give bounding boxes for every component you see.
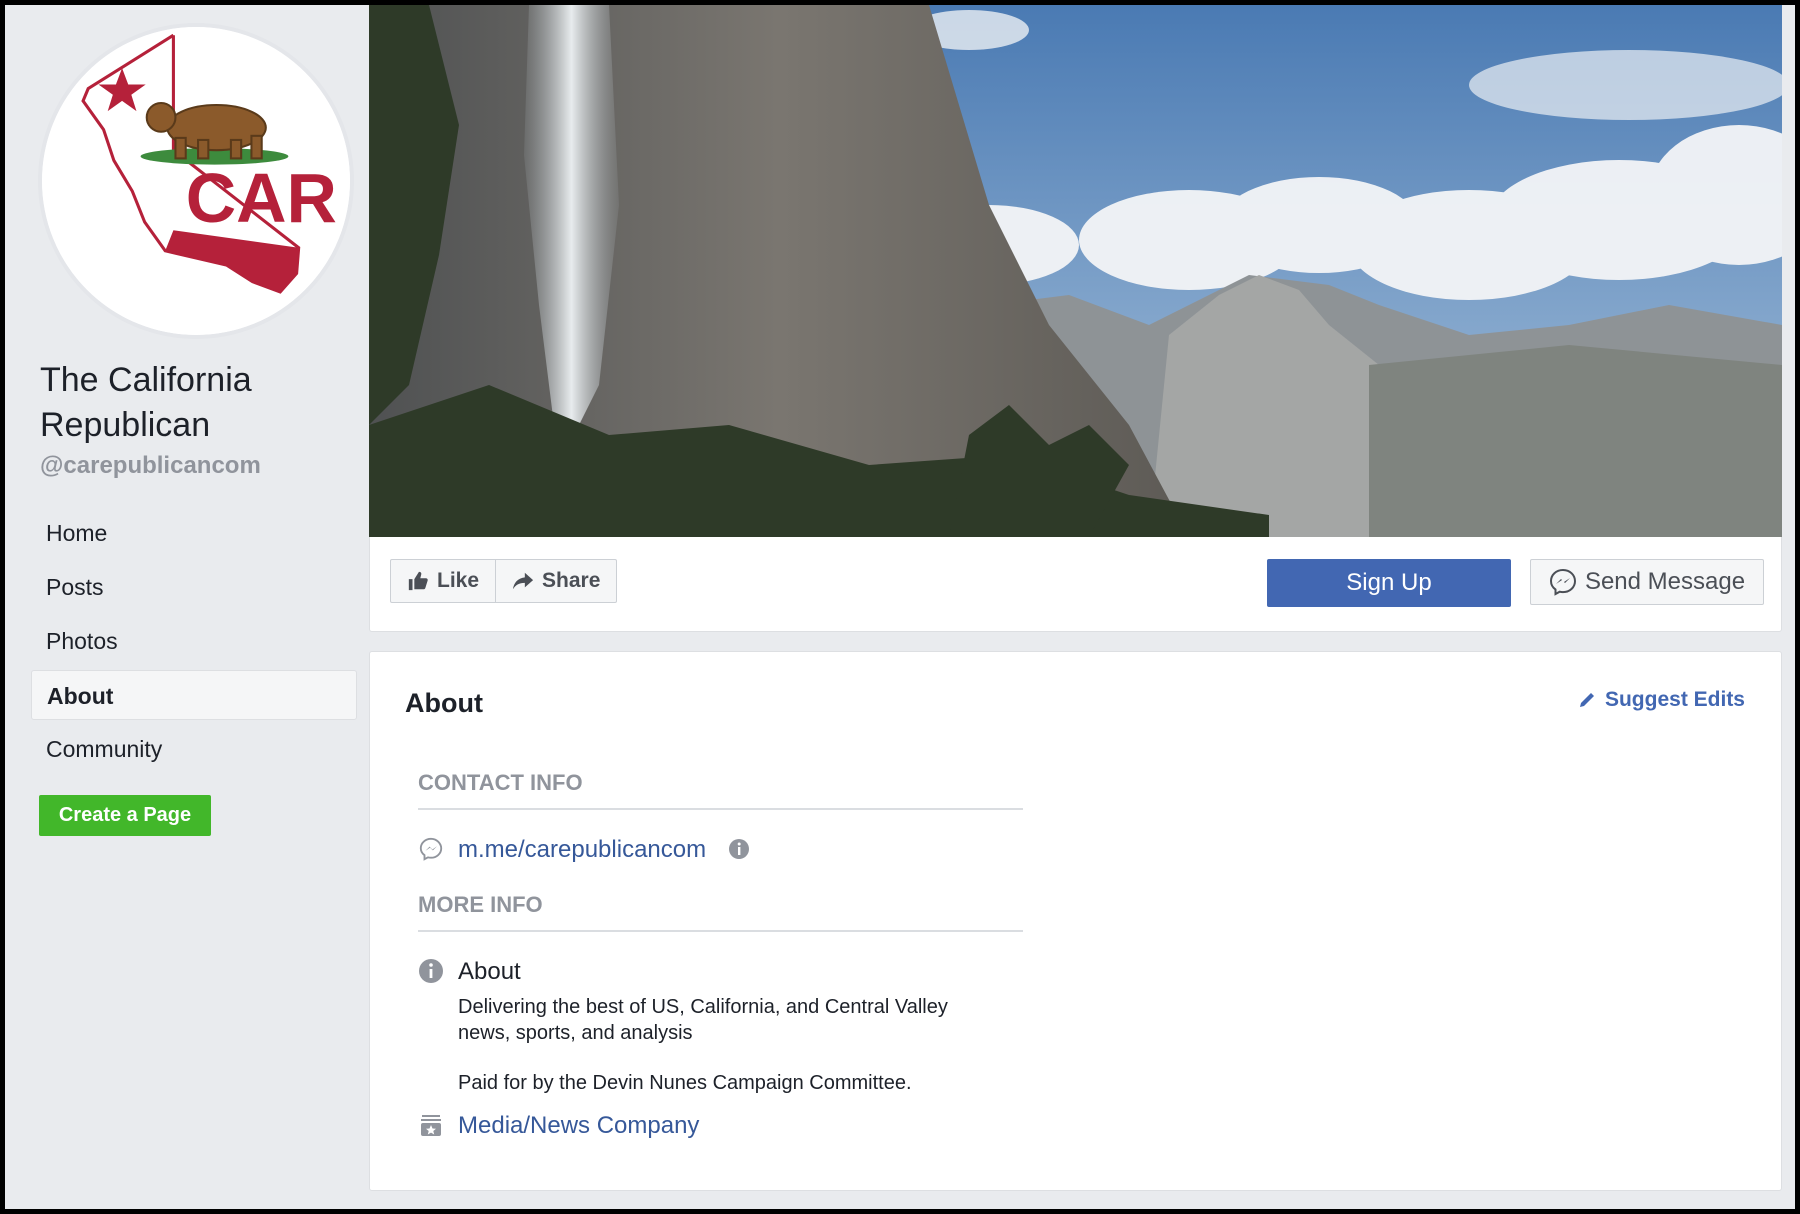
messenger-contact-row: m.me/carepublicancom xyxy=(418,836,750,864)
sidebar-item-posts[interactable]: Posts xyxy=(31,562,357,612)
create-page-button[interactable]: Create a Page xyxy=(39,795,211,836)
more-info-heading: MORE INFO xyxy=(418,892,1023,932)
sign-up-button[interactable]: Sign Up xyxy=(1267,559,1511,607)
sidebar-nav: Home Posts Photos About Community xyxy=(31,508,357,778)
send-message-label: Send Message xyxy=(1584,568,1746,595)
page-title[interactable]: The California Republican xyxy=(40,358,340,448)
messenger-link[interactable]: m.me/carepublicancom xyxy=(458,836,706,864)
category-icon xyxy=(421,1115,441,1136)
profile-logo[interactable]: CAR xyxy=(38,23,354,339)
category-row: Media/News Company xyxy=(418,1112,699,1140)
facebook-page: CAR The California Republican @carepubli… xyxy=(5,5,1795,1209)
send-message-button[interactable]: Send Message xyxy=(1530,559,1764,605)
suggest-edits-label: Suggest Edits xyxy=(1604,688,1745,711)
like-button[interactable]: Like xyxy=(391,560,495,602)
share-icon xyxy=(512,572,534,590)
share-button[interactable]: Share xyxy=(495,560,616,602)
about-description: Delivering the best of US, California, a… xyxy=(458,996,948,1044)
paid-for-disclaimer: Paid for by the Devin Nunes Campaign Com… xyxy=(458,1072,912,1094)
suggest-edits-link[interactable]: Suggest Edits xyxy=(1577,688,1745,712)
about-heading: About xyxy=(405,688,483,718)
pencil-icon xyxy=(1579,693,1594,707)
logo-text: CAR xyxy=(186,159,337,237)
like-label: Like xyxy=(437,569,480,592)
cover-landscape-image xyxy=(369,5,1782,537)
info-icon[interactable] xyxy=(728,838,750,860)
page-handle[interactable]: @carepublicancom xyxy=(40,452,261,480)
sidebar-item-about[interactable]: About xyxy=(31,670,357,720)
about-text-block: About Delivering the best of US, Califor… xyxy=(458,958,998,1096)
contact-info-heading: CONTACT INFO xyxy=(418,770,1023,810)
share-label: Share xyxy=(542,569,601,592)
messenger-icon xyxy=(419,837,443,861)
info-icon xyxy=(419,959,443,983)
like-share-group: Like Share xyxy=(390,559,618,603)
cover-photo[interactable] xyxy=(369,5,1782,537)
california-republican-logo: CAR xyxy=(42,27,350,335)
messenger-icon xyxy=(1549,568,1576,596)
sidebar-item-photos[interactable]: Photos xyxy=(31,616,357,666)
sidebar-item-home[interactable]: Home xyxy=(31,508,357,558)
about-description-row: About Delivering the best of US, Califor… xyxy=(418,958,998,1096)
like-icon xyxy=(408,571,428,591)
page-action-bar: Like Share Sign Up Send Message xyxy=(369,537,1782,632)
about-section: About Suggest Edits CONTACT INFO m.me/ca… xyxy=(369,651,1782,1191)
sidebar-item-community[interactable]: Community xyxy=(31,724,357,774)
about-label: About xyxy=(458,958,521,985)
category-link[interactable]: Media/News Company xyxy=(458,1112,699,1140)
